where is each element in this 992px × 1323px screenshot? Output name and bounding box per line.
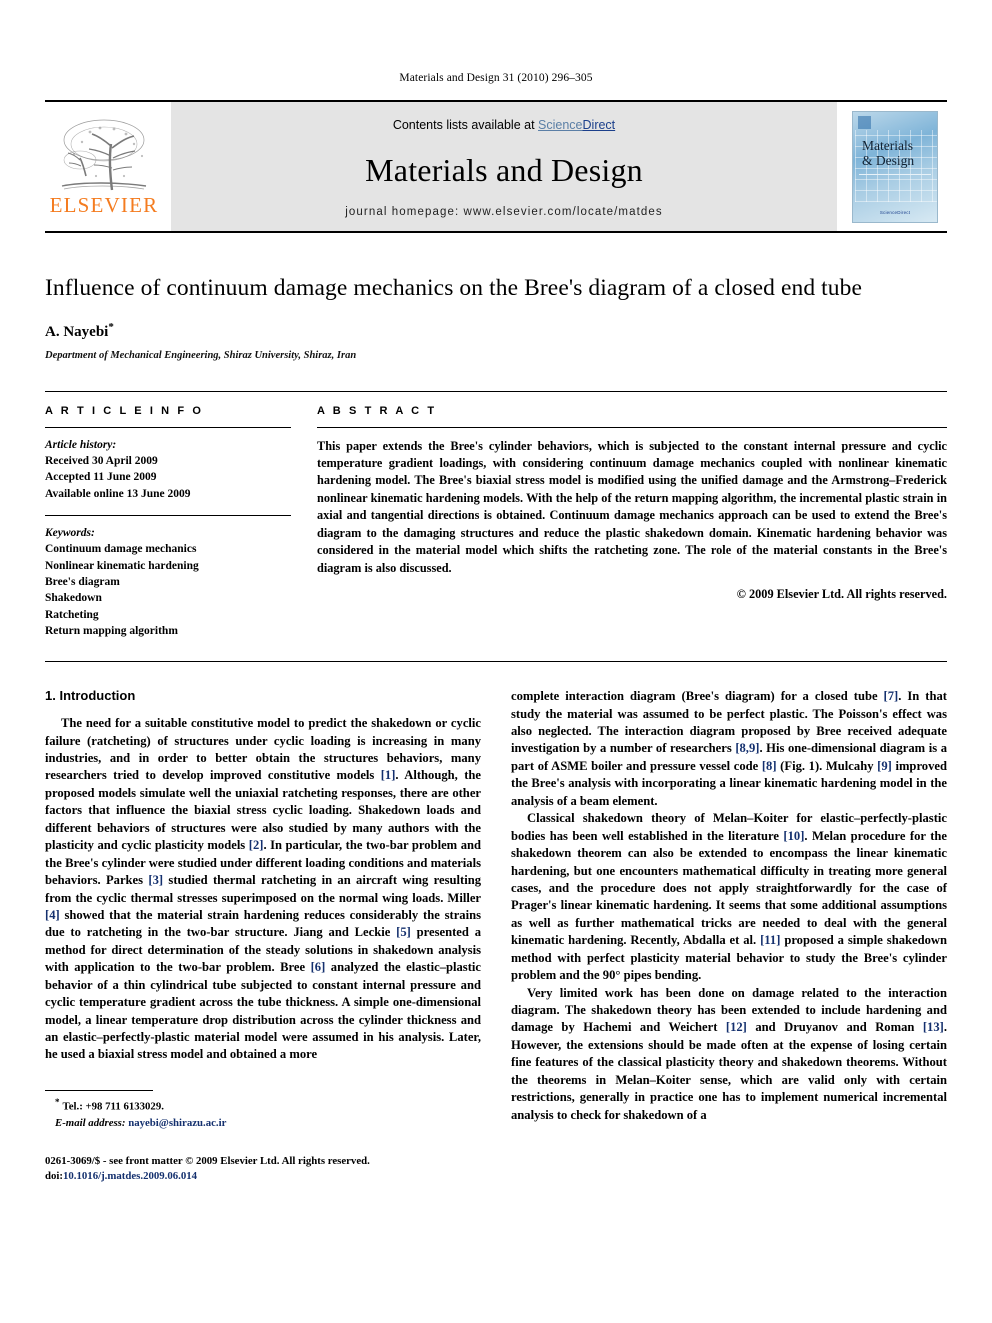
author-name: A. Nayebi	[45, 323, 109, 340]
citation-ref-11[interactable]: [11]	[760, 933, 780, 947]
history-item: Available online 13 June 2009	[45, 487, 191, 500]
abstract-column: A B S T R A C T This paper extends the B…	[317, 405, 947, 640]
citation-ref-6[interactable]: [6]	[311, 960, 326, 974]
keyword-item: Ratcheting	[45, 608, 99, 621]
article-history-label: Article history:	[45, 438, 117, 451]
body-divider	[45, 661, 947, 663]
article-info-divider	[45, 426, 291, 428]
elsevier-tree-icon	[56, 116, 152, 194]
body-columns: 1. Introduction The need for a suitable …	[45, 688, 947, 1185]
article-history-block: Article history: Received 30 April 2009 …	[45, 437, 291, 502]
keyword-item: Nonlinear kinematic hardening	[45, 559, 199, 572]
para-text: . Melan procedure for the shakedown theo…	[511, 828, 947, 948]
cover-divider	[859, 173, 931, 175]
history-item: Received 30 April 2009	[45, 454, 158, 467]
citation-ref-3[interactable]: [3]	[148, 873, 163, 887]
citation-ref-2[interactable]: [2]	[249, 838, 264, 852]
citation-ref-4[interactable]: [4]	[45, 908, 60, 922]
citation-ref-5[interactable]: [5]	[396, 925, 411, 939]
elsevier-logo: ELSEVIER	[45, 102, 163, 231]
article-page: Materials and Design 31 (2010) 296–305 E…	[0, 0, 992, 1323]
author-footnote-marker[interactable]: *	[108, 321, 114, 333]
journal-cover-cell: Materials & Design ScienceDirect	[843, 102, 947, 231]
citation-ref-8-9[interactable]: [8,9]	[735, 741, 759, 755]
para-text: and Druyanov and Roman	[746, 1020, 923, 1035]
article-info-heading: A R T I C L E I N F O	[45, 404, 204, 417]
keyword-item: Bree's diagram	[45, 575, 120, 588]
journal-cover-thumbnail: Materials & Design ScienceDirect	[852, 110, 938, 223]
cover-title-line2: & Design	[862, 153, 915, 169]
footnote-tel-text: Tel.: +98 711 6133029.	[62, 1100, 164, 1113]
citation-ref-8[interactable]: [8]	[762, 759, 777, 773]
journal-masthead: ELSEVIER Contents lists available at Sci…	[45, 100, 947, 233]
email-label: E-mail address:	[55, 1117, 126, 1130]
para-text: (Fig. 1). Mulcahy	[776, 758, 878, 773]
footnote-marker: *	[55, 1096, 60, 1107]
contents-prefix: Contents lists available at	[392, 118, 539, 132]
page-title: Influence of continuum damage mechanics …	[45, 275, 863, 301]
journal-homepage[interactable]: journal homepage: www.elsevier.com/locat…	[345, 206, 662, 218]
author-list: A. Nayebi*	[45, 321, 947, 341]
journal-title: Materials and Design	[365, 152, 643, 188]
doi-line: doi:10.1016/j.matdes.2009.06.014	[45, 1169, 481, 1185]
email-link[interactable]: nayebi@shirazu.ac.ir	[128, 1117, 226, 1129]
cover-sciencedirect-label: ScienceDirect	[879, 209, 911, 215]
cover-elsevier-icon	[858, 115, 871, 129]
sciencedirect-link-science[interactable]: Science	[538, 118, 582, 132]
abstract-text: This paper extends the Bree's cylinder b…	[317, 438, 947, 575]
citation-ref-9[interactable]: [9]	[877, 759, 892, 773]
keyword-item: Continuum damage mechanics	[45, 543, 197, 556]
body-column-left: 1. Introduction The need for a suitable …	[45, 688, 481, 1185]
keywords-divider	[45, 514, 291, 516]
keywords-label: Keywords:	[45, 526, 95, 539]
contents-available-line: Contents lists available at ScienceDirec…	[393, 118, 615, 132]
citation-ref-12[interactable]: [12]	[726, 1020, 747, 1034]
keywords-block: Keywords: Continuum damage mechanics Non…	[45, 525, 291, 639]
doi-label: doi:	[45, 1170, 63, 1183]
running-head: Materials and Design 31 (2010) 296–305	[399, 72, 593, 84]
abstract-heading: A B S T R A C T	[317, 404, 437, 417]
sciencedirect-link-direct[interactable]: Direct	[583, 118, 616, 132]
journal-band: Contents lists available at ScienceDirec…	[171, 102, 837, 231]
issn-copyright-line: 0261-3069/$ - see front matter © 2009 El…	[45, 1154, 370, 1167]
paragraph: Classical shakedown theory of Melan–Koit…	[511, 810, 947, 984]
keyword-item: Return mapping algorithm	[45, 624, 178, 637]
footnote-separator	[45, 1089, 153, 1091]
article-info-column: A R T I C L E I N F O Article history: R…	[45, 405, 291, 640]
footnote-tel: * Tel.: +98 711 6133029.	[45, 1096, 481, 1115]
paragraph: The need for a suitable constitutive mod…	[45, 715, 481, 1064]
paragraph: complete interaction diagram (Bree's dia…	[511, 688, 947, 810]
copyright-line: © 2009 Elsevier Ltd. All rights reserved…	[736, 587, 947, 602]
cover-title-line1: Materials	[862, 137, 913, 153]
paragraph: Very limited work has been done on damag…	[511, 985, 947, 1125]
imprint-block: 0261-3069/$ - see front matter © 2009 El…	[45, 1154, 481, 1185]
section-heading-introduction: 1. Introduction	[45, 688, 136, 704]
body-column-right: complete interaction diagram (Bree's dia…	[511, 688, 947, 1185]
elsevier-wordmark: ELSEVIER	[49, 192, 159, 217]
history-item: Accepted 11 June 2009	[45, 471, 157, 484]
para-text: . However, the extensions should be made…	[511, 1020, 947, 1122]
para-text: complete interaction diagram (Bree's dia…	[511, 689, 884, 704]
abstract-divider	[317, 426, 947, 428]
doi-link[interactable]: 10.1016/j.matdes.2009.06.014	[63, 1170, 197, 1182]
citation-ref-10[interactable]: [10]	[783, 829, 804, 843]
citation-ref-13[interactable]: [13]	[923, 1020, 944, 1034]
keyword-item: Shakedown	[45, 592, 102, 605]
citation-ref-1[interactable]: [1]	[381, 768, 396, 782]
affiliation: Department of Mechanical Engineering, Sh…	[45, 349, 357, 361]
footnote-email: E-mail address: nayebi@shirazu.ac.ir	[45, 1116, 481, 1132]
para-text: analyzed the elastic–plastic behavior of…	[45, 960, 481, 1062]
info-abstract-section: A R T I C L E I N F O Article history: R…	[45, 390, 947, 640]
cover-title: Materials & Design	[862, 138, 914, 169]
citation-ref-7[interactable]: [7]	[884, 689, 899, 703]
